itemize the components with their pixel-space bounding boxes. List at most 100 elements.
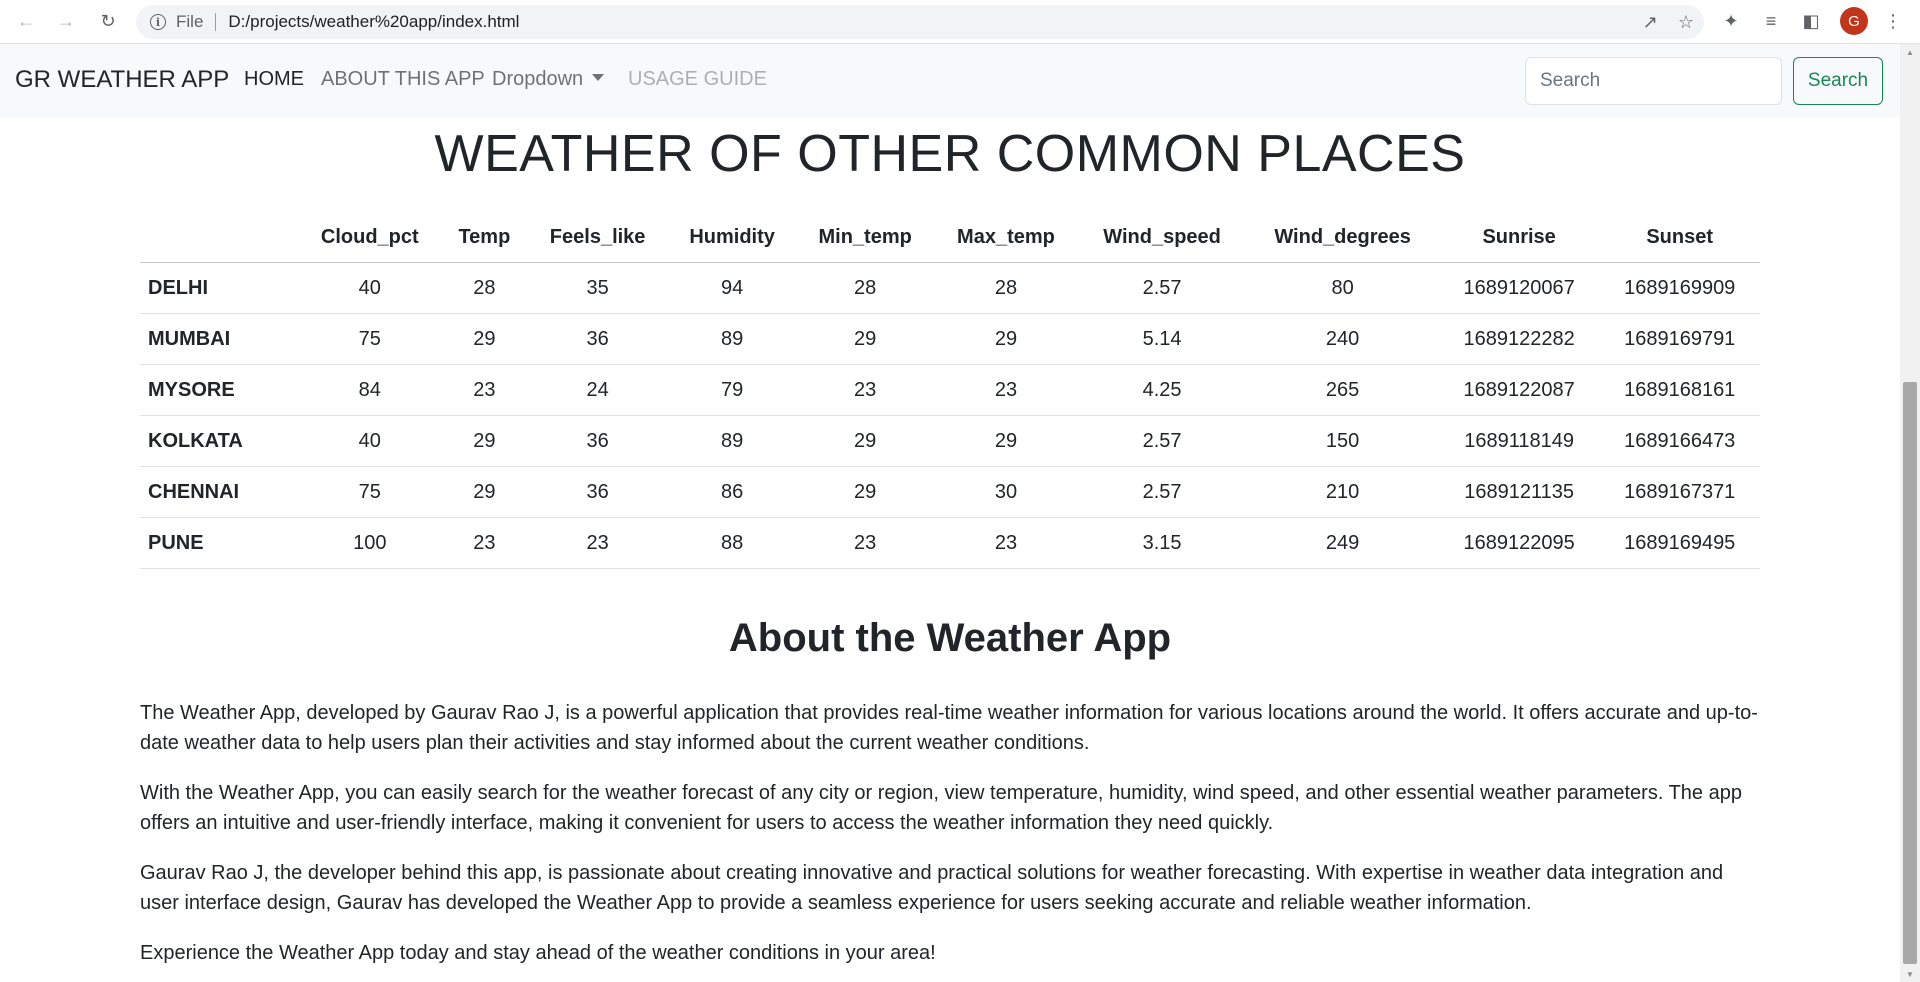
table-cell: 1689121135: [1438, 466, 1600, 518]
nav-link-home[interactable]: HOME: [244, 68, 304, 91]
forward-arrow-icon[interactable]: →: [53, 8, 79, 34]
table-cell: 36: [527, 466, 669, 518]
table-cell: 36: [527, 313, 669, 365]
table-cell: 2.57: [1077, 262, 1247, 314]
site-navbar: GR WEATHER APP HOME ABOUT THIS APP Dropd…: [0, 44, 1900, 117]
table-cell: 29: [796, 313, 935, 365]
column-header: Wind_speed: [1077, 212, 1247, 263]
about-paragraph: Experience the Weather App today and sta…: [140, 942, 936, 964]
table-cell: 5.14: [1077, 313, 1247, 365]
url-text[interactable]: D:/projects/weather%20app/index.html: [228, 12, 519, 32]
table-cell: 89: [668, 313, 797, 365]
table-cell: 24: [527, 364, 669, 416]
table-cell: 29: [934, 415, 1078, 467]
column-header: Feels_like: [527, 212, 669, 263]
table-cell: 29: [796, 466, 935, 518]
column-header: Cloud_pct: [298, 212, 442, 263]
table-row: KOLKATA 40 29 36 89 29 29 2.57 150 1689118149 1689…: [140, 415, 1760, 467]
city-name-cell: CHENNAI: [140, 466, 298, 518]
table-cell: 100: [298, 517, 442, 569]
table-cell: 75: [298, 466, 442, 518]
table-cell: 40: [298, 262, 442, 314]
city-name-cell: MYSORE: [140, 364, 298, 416]
page-scrollbar[interactable]: ▲ ▼: [1900, 44, 1920, 982]
table-cell: 28: [441, 262, 528, 314]
table-row: MUMBAI 75 29 36 89 29 29 5.14 240 1689122282 16891…: [140, 313, 1760, 365]
table-cell: 2.57: [1077, 415, 1247, 467]
city-name-cell: PUNE: [140, 517, 298, 569]
caret-down-icon: [592, 74, 605, 81]
column-header-city: [140, 212, 298, 263]
table-cell: 89: [668, 415, 797, 467]
table-cell: 35: [527, 262, 669, 314]
table-cell: 249: [1246, 517, 1439, 569]
table-cell: 28: [796, 262, 935, 314]
table-cell: 88: [668, 517, 797, 569]
reload-icon[interactable]: ↻: [95, 8, 121, 34]
nav-link-about[interactable]: ABOUT THIS APP: [321, 68, 485, 91]
table-cell: 1689168161: [1599, 364, 1760, 416]
profile-avatar[interactable]: G: [1840, 7, 1868, 35]
table-cell: 1689118149: [1438, 415, 1600, 467]
nav-dropdown[interactable]: Dropdown: [492, 68, 605, 91]
weather-table: Cloud_pct Temp Feels_like Humidity Min_t…: [140, 212, 1760, 569]
table-cell: 23: [527, 517, 669, 569]
address-bar[interactable]: i File D:/projects/weather%20app/index.h…: [136, 5, 1704, 39]
bookmark-star-icon[interactable]: ☆: [1678, 12, 1694, 33]
weather-table-body: DELHI 40 28 35 94 28 28 2.57 80 1689120067 1689169…: [140, 262, 1760, 569]
navbar-brand[interactable]: GR WEATHER APP: [15, 66, 229, 94]
table-cell: 80: [1246, 262, 1439, 314]
table-cell: 36: [527, 415, 669, 467]
reading-list-icon[interactable]: ≡: [1758, 8, 1784, 34]
extensions-puzzle-icon[interactable]: ✦: [1718, 8, 1744, 34]
table-cell: 1689122282: [1438, 313, 1600, 365]
about-paragraph: With the Weather App, you can easily sea…: [140, 782, 1742, 834]
site-info-icon[interactable]: i: [150, 14, 166, 30]
search-button[interactable]: Search: [1793, 57, 1883, 105]
table-cell: 94: [668, 262, 797, 314]
table-cell: 29: [934, 313, 1078, 365]
table-cell: 23: [796, 517, 935, 569]
table-cell: 265: [1246, 364, 1439, 416]
column-header: Max_temp: [934, 212, 1078, 263]
column-header: Wind_degrees: [1246, 212, 1439, 263]
table-cell: 29: [441, 313, 528, 365]
side-panel-icon[interactable]: ◧: [1798, 8, 1824, 34]
table-cell: 84: [298, 364, 442, 416]
city-name-cell: MUMBAI: [140, 313, 298, 365]
table-header-row: Cloud_pct Temp Feels_like Humidity Min_t…: [140, 212, 1760, 263]
table-cell: 1689166473: [1599, 415, 1760, 467]
table-row: CHENNAI 75 29 36 86 29 30 2.57 210 1689121135 1689…: [140, 466, 1760, 518]
table-cell: 40: [298, 415, 442, 467]
back-arrow-icon[interactable]: ←: [13, 8, 39, 34]
table-cell: 86: [668, 466, 797, 518]
scroll-up-arrow-icon[interactable]: ▲: [1900, 44, 1920, 60]
nav-dropdown-label: Dropdown: [492, 68, 584, 90]
table-cell: 30: [934, 466, 1078, 518]
table-cell: 240: [1246, 313, 1439, 365]
table-cell: 23: [441, 517, 528, 569]
table-cell: 4.25: [1077, 364, 1247, 416]
table-cell: 1689120067: [1438, 262, 1600, 314]
url-scheme: File: [176, 12, 204, 31]
table-row: MYSORE 84 23 24 79 23 23 4.25 265 1689122087 16891…: [140, 364, 1760, 416]
search-input[interactable]: [1525, 57, 1782, 105]
table-cell: 1689122095: [1438, 517, 1600, 569]
scroll-down-arrow-icon[interactable]: ▼: [1900, 966, 1920, 982]
table-cell: 210: [1246, 466, 1439, 518]
column-header: Sunrise: [1438, 212, 1600, 263]
table-cell: 79: [668, 364, 797, 416]
table-row: DELHI 40 28 35 94 28 28 2.57 80 1689120067 1689169…: [140, 262, 1760, 314]
share-icon[interactable]: ↗: [1643, 12, 1658, 33]
scrollbar-thumb[interactable]: [1903, 382, 1917, 964]
about-paragraph: Gaurav Rao J, the developer behind this …: [140, 862, 1724, 914]
about-paragraph: The Weather App, developed by Gaurav Rao…: [140, 702, 1758, 754]
url-separator: [215, 13, 217, 31]
column-header: Sunset: [1599, 212, 1760, 263]
city-name-cell: KOLKATA: [140, 415, 298, 467]
table-cell: 23: [934, 517, 1078, 569]
browser-menu-icon[interactable]: ⋮: [1880, 8, 1906, 34]
table-cell: 1689122087: [1438, 364, 1600, 416]
table-cell: 75: [298, 313, 442, 365]
table-row: PUNE 100 23 23 88 23 23 3.15 249 1689122095 168916…: [140, 517, 1760, 569]
